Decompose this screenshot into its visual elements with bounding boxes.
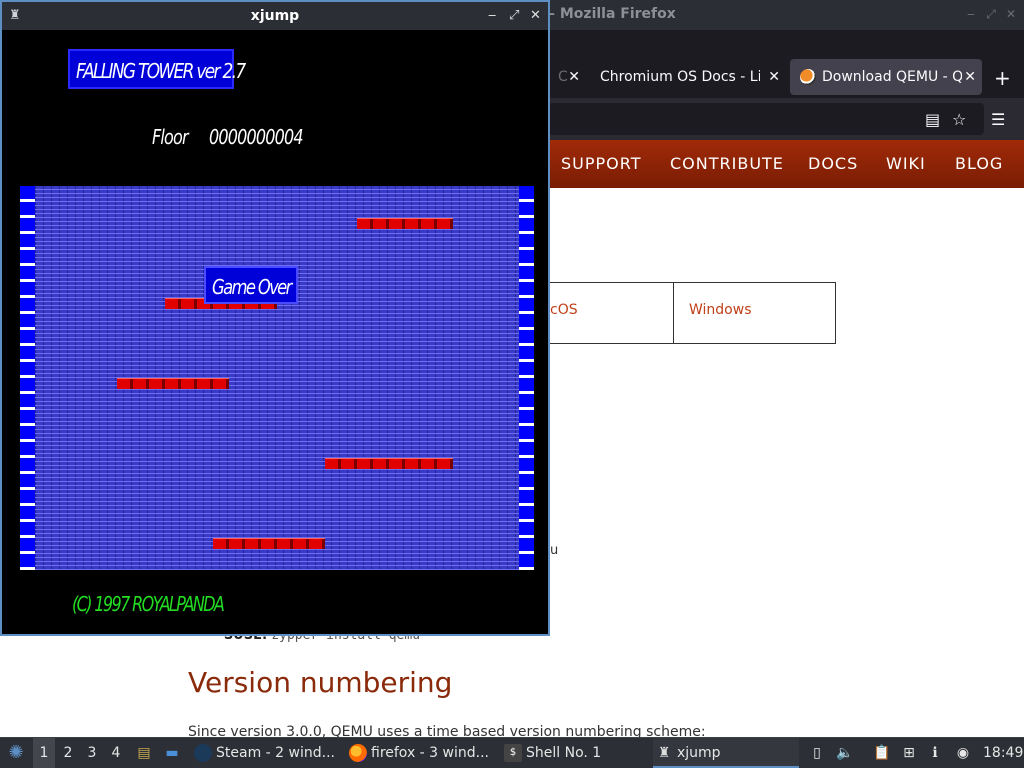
tab-close-icon[interactable]: ✕ xyxy=(568,59,580,95)
tower-playfield: Game Over xyxy=(20,186,534,570)
nav-docs[interactable]: DOCS xyxy=(808,154,858,173)
tab-chromium-docs[interactable]: Chromium OS Docs - Lin ✕ xyxy=(590,59,786,95)
task-steam[interactable]: Steam - 2 wind... xyxy=(192,738,338,768)
game-over-banner: Game Over xyxy=(204,266,298,304)
steam-tray-icon[interactable]: ◉ xyxy=(953,738,973,768)
firefox-window-title: – Mozilla Firefox xyxy=(548,6,676,22)
network-icon[interactable]: ⊞ xyxy=(899,738,919,768)
task-label: firefox - 3 wind... xyxy=(371,745,489,761)
version-numbering-heading: Version numbering xyxy=(188,666,453,699)
os-tabs-divider xyxy=(673,282,674,344)
nav-wiki[interactable]: WIKI xyxy=(886,154,926,173)
taskbar: ✺ 1 2 3 4 ▤ ▬ Steam - 2 wind... firefox … xyxy=(0,737,1024,768)
workspace-1[interactable]: 1 xyxy=(33,738,55,768)
tab-close-icon[interactable]: ✕ xyxy=(964,59,976,95)
reader-view-icon[interactable]: ▤ xyxy=(925,110,940,129)
file-manager-icon[interactable]: ▤ xyxy=(134,738,154,768)
floor-label: Floor xyxy=(152,125,189,149)
game-logo: FALLING TOWER ver 2.7 xyxy=(68,49,246,89)
url-bar[interactable] xyxy=(548,103,984,135)
volume-icon[interactable]: 🔈 xyxy=(835,738,855,768)
tab-label: Chromium OS Docs - Lin xyxy=(600,69,760,85)
scroll-indicator-icon[interactable]: ▯ xyxy=(807,738,827,768)
game-logo-text: FALLING TOWER ver 2.7 xyxy=(76,59,246,83)
tower-wall-right xyxy=(519,186,534,570)
workspace-3[interactable]: 3 xyxy=(81,738,103,768)
maximize-icon[interactable]: ⤢ xyxy=(509,8,519,23)
minimize-icon[interactable]: ‒ xyxy=(488,8,496,23)
firefox-minimize-icon[interactable]: ‒ xyxy=(964,7,978,21)
terminal-icon: $ xyxy=(504,744,522,762)
show-desktop-icon[interactable]: ▬ xyxy=(162,738,182,768)
tab-partial[interactable]: C ✕ xyxy=(548,59,586,95)
xjump-window-title: xjump xyxy=(250,8,300,24)
firefox-icon xyxy=(349,744,367,762)
task-label: xjump xyxy=(677,745,721,761)
nav-contribute[interactable]: CONTRIBUTE xyxy=(670,154,784,173)
task-shell[interactable]: $ Shell No. 1 xyxy=(502,738,642,768)
nav-blog[interactable]: BLOG xyxy=(955,154,1003,173)
tab-label: Download QEMU - QE xyxy=(822,69,962,85)
game-over-text: Game Over xyxy=(212,275,292,299)
workspace-4[interactable]: 4 xyxy=(105,738,127,768)
clock[interactable]: 18:49 xyxy=(983,738,1023,768)
floor-counter: 0000000004 xyxy=(209,125,304,149)
start-menu-icon[interactable]: ✺ xyxy=(4,738,28,768)
platform xyxy=(117,378,229,389)
task-label: Steam - 2 wind... xyxy=(216,745,335,761)
copyright-text: (C) 1997 ROYALPANDA xyxy=(72,592,225,616)
task-xjump[interactable]: ♜ xjump xyxy=(653,738,799,768)
new-tab-button[interactable]: + xyxy=(994,66,1011,90)
tower-wall-left xyxy=(20,186,35,570)
xjump-icon: ♜ xyxy=(657,745,671,761)
xjump-window: ♜ xjump ‒ ⤢ ✕ FALLING TOWER ver 2.7 Floo… xyxy=(0,0,550,636)
qemu-favicon-icon xyxy=(800,69,816,85)
game-canvas[interactable]: FALLING TOWER ver 2.7 Floor 0000000004 G… xyxy=(2,30,548,634)
platform xyxy=(213,538,325,549)
update-notifier-icon[interactable]: ℹ xyxy=(925,738,945,768)
os-tab-macos[interactable]: cOS xyxy=(550,302,578,318)
firefox-close-icon[interactable]: ✕ xyxy=(1004,7,1018,21)
tab-label: C xyxy=(558,69,568,85)
workspace-2[interactable]: 2 xyxy=(57,738,79,768)
platform xyxy=(357,218,453,229)
tab-download-qemu[interactable]: Download QEMU - QE ✕ xyxy=(790,59,982,95)
firefox-maximize-icon[interactable]: ⤢ xyxy=(984,7,998,21)
desktop: – Mozilla Firefox ‒ ⤢ ✕ C ✕ Chromium OS … xyxy=(0,0,1024,768)
task-label: Shell No. 1 xyxy=(526,745,602,761)
nav-support[interactable]: SUPPORT xyxy=(561,154,641,173)
close-icon[interactable]: ✕ xyxy=(530,8,541,23)
platform xyxy=(325,458,453,469)
menu-hamburger-icon[interactable]: ☰ xyxy=(991,110,1005,129)
clipboard-icon[interactable]: 📋 xyxy=(872,738,892,768)
tower-bricks xyxy=(35,186,519,570)
xjump-titlebar[interactable]: ♜ xjump ‒ ⤢ ✕ xyxy=(2,2,548,30)
steam-icon xyxy=(194,744,212,762)
os-tab-windows[interactable]: Windows xyxy=(689,302,752,318)
partial-text: u xyxy=(550,543,559,558)
bookmark-star-icon[interactable]: ☆ xyxy=(952,110,966,129)
tab-close-icon[interactable]: ✕ xyxy=(768,59,780,95)
task-firefox[interactable]: firefox - 3 wind... xyxy=(347,738,495,768)
